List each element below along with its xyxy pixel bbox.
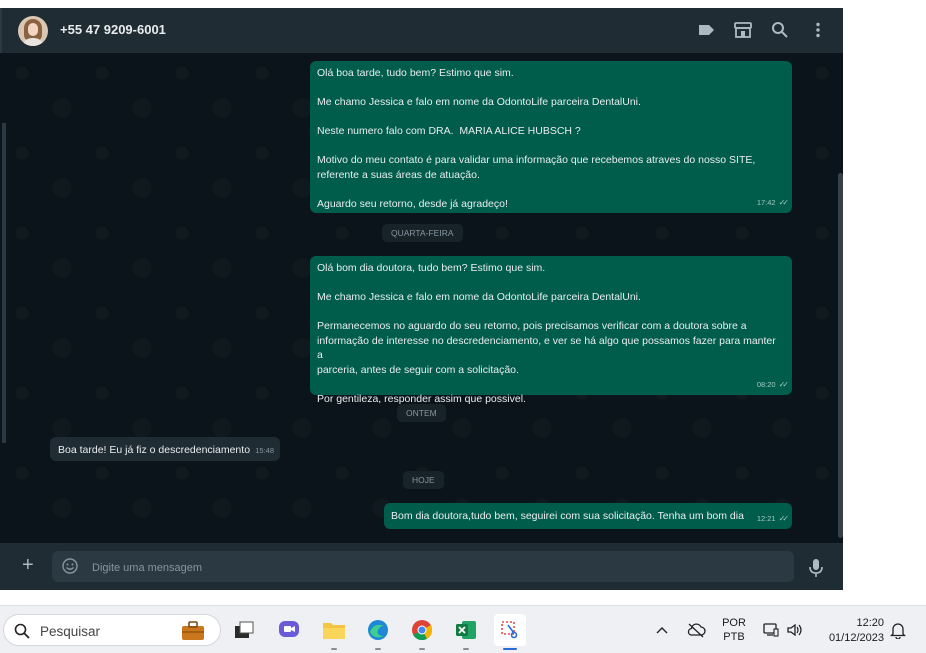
menu-icon[interactable] [807,19,829,41]
date-divider: QUARTA-FEIRA [382,224,463,242]
message-composer: + [0,543,843,590]
side-divider [2,123,6,443]
microphone-icon[interactable] [808,558,824,578]
teams-chat-icon[interactable] [273,614,305,646]
message-time: 12:21 [756,513,776,523]
chat-area[interactable]: Olá boa tarde, tudo bem? Estimo que sim.… [2,53,843,543]
message-line [317,110,784,125]
message-line [317,276,784,291]
catalog-icon[interactable] [732,19,754,41]
taskbar-search-label: Pesquisar [40,624,101,639]
message-outgoing-3[interactable]: Bom dia doutora,tudo bem, seguirei com s… [384,503,792,529]
message-line [317,182,784,197]
file-explorer-icon[interactable] [318,614,350,650]
edge-icon[interactable] [362,614,394,650]
language-code: POR [722,617,746,629]
message-text: Boa tarde! Eu já fiz o descredenciamento [58,444,251,456]
chat-header[interactable]: +55 47 9209-6001 [0,8,843,53]
message-meta: 17:42 ✓✓ [756,196,790,211]
chrome-icon[interactable] [406,614,438,650]
message-line [317,139,784,154]
message-line: parceria, antes de seguir com a solicita… [317,363,519,376]
top-strip [0,0,926,8]
message-line: Neste numero falo com DRA. MARIA ALICE H… [317,125,581,137]
message-outgoing-1[interactable]: Olá boa tarde, tudo bem? Estimo que sim.… [310,61,792,213]
date-divider: HOJE [403,471,444,489]
message-line: Permanecemos no aguardo do seu retorno, … [317,320,747,332]
notification-bell-icon[interactable] [886,614,910,646]
message-meta: 12:21 ✓✓ [756,512,790,527]
message-line: informação de interesse no descredenciam… [317,334,779,362]
cloud-offline-icon[interactable] [683,614,709,646]
network-icon[interactable] [760,614,782,646]
avatar[interactable] [18,16,48,46]
double-check-icon: ✓✓ [778,197,790,207]
message-time: 17:42 [756,197,776,207]
desktop-gap [0,590,926,605]
message-line: Motivo do meu contato é para validar uma… [317,154,756,166]
volume-icon[interactable] [784,614,806,646]
clock-time: 12:20 [856,617,884,629]
task-view-icon[interactable] [228,614,260,646]
message-input[interactable] [90,551,784,584]
message-line [317,305,784,320]
message-incoming-1[interactable]: Boa tarde! Eu já fiz o descredenciamento… [50,437,280,461]
message-input-container[interactable] [52,551,794,584]
double-check-icon: ✓✓ [778,513,790,523]
message-outgoing-2[interactable]: Olá bom dia doutora, tudo bem? Estimo qu… [310,256,792,405]
language-indicator[interactable]: POR PTB [718,616,750,644]
message-line [317,377,784,392]
windows-taskbar: Pesquisar POR PTB 12:20 01/12/2023 [0,605,926,653]
message-meta: 15:48 [255,444,274,459]
search-icon [14,623,30,639]
message-line: Aguardo seu retorno, desde já agradeço! [317,197,508,210]
message-line: Me chamo Jessica e falo em nome da Odont… [317,96,641,108]
taskbar-search[interactable]: Pesquisar [3,614,221,646]
message-meta: 08:20 ✓✓ [756,378,790,393]
snipping-tool-icon[interactable] [494,614,526,650]
double-check-icon: ✓✓ [778,379,790,389]
whatsapp-window: +55 47 9209-6001 Olá boa tarde, tudo bem… [0,8,843,590]
message-line: Olá bom dia doutora, tudo bem? Estimo qu… [317,262,546,274]
message-time: 15:48 [255,445,274,455]
briefcase-icon [182,621,204,640]
date-divider: ONTEM [397,404,446,422]
message-line [317,81,784,96]
message-line: Olá boa tarde, tudo bem? Estimo que sim. [317,67,514,79]
attach-plus-icon[interactable]: + [22,555,40,575]
clock-date: 01/12/2023 [828,632,884,644]
message-line: referente a suas áreas de atuação. [317,168,480,181]
chat-scrollbar[interactable] [838,173,843,538]
contact-name[interactable]: +55 47 9209-6001 [60,22,166,37]
keyboard-layout: PTB [723,631,745,643]
message-line: Por gentileza, responder assim que possi… [317,392,526,405]
chevron-up-icon[interactable] [650,614,674,646]
message-text: Bom dia doutora,tudo bem, seguirei com s… [391,510,744,522]
label-icon[interactable] [695,19,717,41]
message-line: Me chamo Jessica e falo em nome da Odont… [317,291,641,303]
emoji-icon[interactable] [62,558,78,574]
excel-icon[interactable] [450,614,482,650]
clock[interactable]: 12:20 01/12/2023 [816,616,888,646]
search-icon[interactable] [769,19,791,41]
message-time: 08:20 [756,379,776,389]
